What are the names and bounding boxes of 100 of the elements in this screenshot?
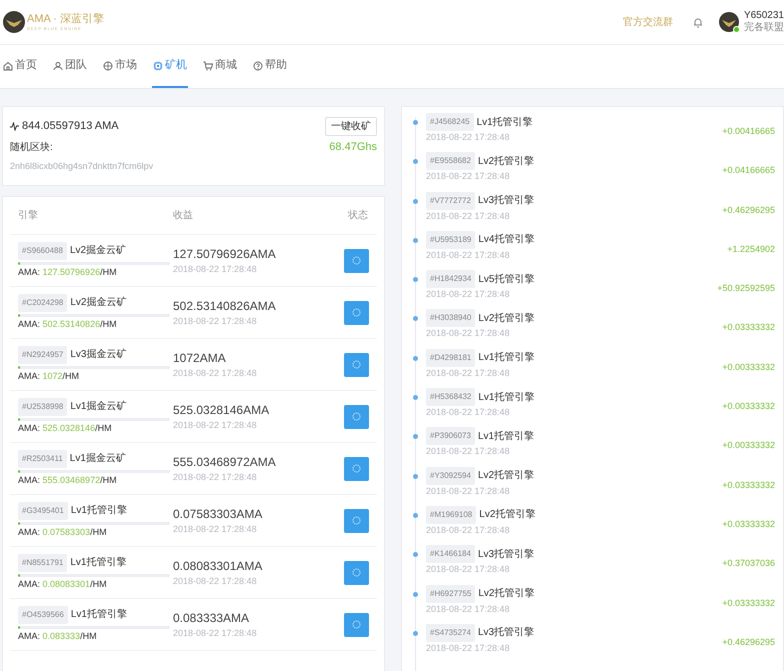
engine-name: Lv2托管引擎 [478,154,534,169]
loading-icon [352,308,361,317]
income-amount: 502.53140826AMA [173,298,277,315]
engine-id-tag: #J4568245 [426,113,474,131]
log-time: 2018-08-22 17:28:48 [426,131,511,144]
rate-text: AMA: 555.03468972/HM [18,474,118,487]
engine-name: Lv3托管引擎 [478,194,534,208]
pulse-icon [10,122,19,131]
engine-name: Lv5托管引擎 [478,272,534,287]
status-button[interactable] [344,248,369,272]
rate-text: AMA: 127.50796926/HM [18,266,118,279]
income-amount: 127.50796926AMA [173,246,277,263]
engine-name: Lv2掘金云矿 [70,296,126,310]
eagle-logo-icon [3,11,25,33]
income-amount: 1072AMA [173,350,227,367]
engine-name: Lv1托管引擎 [478,350,534,366]
engine-id-tag: #S9660488 [18,242,67,260]
nav-tab[interactable]: 商城 [202,45,238,88]
income-amount: 0.08083301AMA [173,558,264,575]
rate-text: AMA: 0.083333/HM [18,630,98,643]
rate-text: AMA: 0.08083301/HM [18,578,108,591]
hashrate-value: 68.47Ghs [329,140,377,155]
column-header: 引擎 [17,208,39,223]
engine-name: Lv3托管引擎 [478,626,534,640]
income-time: 2018-08-22 17:28:48 [173,522,258,536]
engine-name: Lv1托管引擎 [70,556,126,570]
block-label: 随机区块: [10,140,53,155]
status-button[interactable] [344,300,369,324]
status-button[interactable] [344,508,369,532]
engine-name: Lv1托管引擎 [478,390,534,405]
income-amount: +0.03333332 [722,321,775,334]
nav-tab[interactable]: 帮助 [252,45,288,88]
engine-name: Lv2托管引擎 [478,586,534,602]
column-header: 状态 [348,208,369,223]
status-button[interactable] [344,456,369,480]
loading-icon [352,516,361,525]
rate-text: AMA: 0.07583303/HM [18,526,108,539]
income-amount: +0.00333332 [722,439,775,452]
engine-id-tag: #C2024298 [18,294,68,312]
collect-all-button[interactable]: 一键收矿 [325,117,377,136]
engine-id-tag: #N8551791 [18,554,68,572]
income-time: 2018-08-22 17:28:48 [173,574,258,588]
bell-icon[interactable] [692,16,703,28]
income-amount: +0.04166665 [722,164,775,178]
home-icon [3,60,13,70]
income-amount: 0.083333AMA [173,610,250,627]
income-time: 2018-08-22 17:28:48 [173,418,258,432]
engine-name: Lv1托管引擎 [478,430,534,444]
rate-text: AMA: 1072/HM [18,370,80,383]
nav-tab[interactable]: 团队 [52,45,88,88]
log-time: 2018-08-22 17:28:48 [426,484,511,498]
income-amount: +0.00333332 [722,400,775,414]
status-button[interactable] [344,560,369,584]
engine-name: Lv2托管引擎 [478,468,534,484]
log-time: 2018-08-22 17:28:48 [426,288,511,302]
nav-tab[interactable]: 市场 [102,45,138,88]
log-time: 2018-08-22 17:28:48 [426,563,511,576]
engine-name: Lv1托管引擎 [70,608,127,622]
status-button[interactable] [344,404,369,428]
nav-tab[interactable]: 矿机 [152,45,188,88]
engine-name: Lv1掘金云矿 [70,400,126,414]
avatar-icon[interactable] [718,12,739,32]
log-time: 2018-08-22 17:28:48 [426,366,511,380]
status-button[interactable] [344,352,369,376]
block-hash: 2nh6l8icxb06hg4sn7dnkttn7fcm6lpv [10,160,154,173]
engine-name: Lv1托管引擎 [70,504,127,518]
status-button[interactable] [344,612,369,636]
income-amount: +0.03333332 [722,518,775,531]
engine-id-tag: #H1842934 [426,270,476,288]
nav-tab[interactable]: 首页 [2,45,38,88]
engine-id-tag: #H3038940 [426,309,476,328]
income-amount: +1.2254902 [727,242,775,256]
log-time: 2018-08-22 17:28:48 [426,210,511,223]
team-icon [53,60,63,70]
income-amount: 525.0328146AMA [173,402,270,419]
engine-id-tag: #G3495401 [18,502,68,520]
engine-id-tag: #R2503411 [18,450,67,468]
engine-id-tag: #H5368432 [426,388,476,406]
engine-name: Lv2托管引擎 [478,312,534,326]
income-amount: +0.03333332 [722,478,775,492]
income-amount: +0.46296295 [722,204,775,217]
log-time: 2018-08-22 17:28:48 [426,327,511,340]
rate-text: AMA: 525.0328146/HM [18,422,113,435]
engine-id-tag: #V7772772 [426,192,475,210]
user-team: 完各联盟 [744,22,784,34]
engine-name: Lv4托管引擎 [478,232,534,248]
loading-icon [352,464,361,473]
balance-amount: 844.05597913 AMA [22,119,119,134]
engine-id-tag: #O4539566 [18,606,68,624]
loading-icon [352,256,361,265]
engine-id-tag: #U5953189 [426,230,476,249]
income-time: 2018-08-22 17:28:48 [173,626,258,640]
log-time: 2018-08-22 17:28:48 [426,602,511,616]
engine-name: Lv1托管引擎 [476,116,533,130]
loading-icon [352,620,361,629]
income-time: 2018-08-22 17:28:48 [173,470,258,484]
log-time: 2018-08-22 17:28:48 [426,445,511,458]
income-amount: +0.46296295 [722,636,775,649]
engine-id-tag: #P3906073 [426,427,475,446]
log-time: 2018-08-22 17:28:48 [426,406,511,420]
